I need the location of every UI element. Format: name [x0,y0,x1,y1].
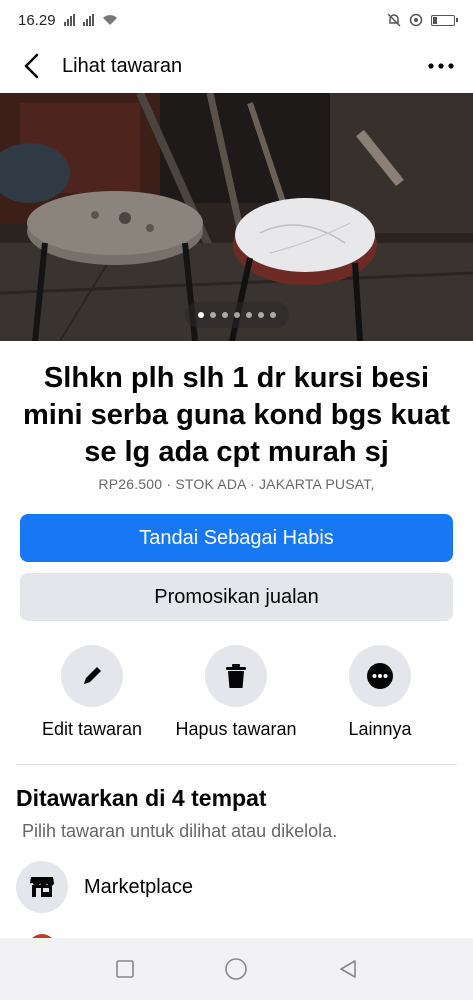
delete-listing-label: Hapus tawaran [175,719,297,739]
section-title: Ditawarkan di 4 tempat [16,785,267,811]
more-dots-icon [428,63,454,69]
promote-button[interactable]: Promosikan jualan [20,573,453,621]
back-arrow-icon [24,53,39,79]
page-dot [258,312,264,318]
page-dot [222,312,228,318]
mute-bell-icon [387,13,401,27]
edit-listing-label: Edit tawaran [41,719,143,739]
delete-listing-action[interactable]: Hapus tawaran [166,645,306,740]
status-time: 16.29 [18,11,56,29]
home-icon[interactable] [224,957,248,981]
photo-pagination [185,302,289,328]
more-circle[interactable] [349,645,411,707]
signal-icon-2 [82,14,94,26]
more-action[interactable]: Lainnya [310,645,450,740]
pencil-icon [84,667,101,684]
battery-icon [431,14,458,26]
section-subtitle: Pilih tawaran untuk dilihat atau dikelol… [22,821,338,841]
more-options-button[interactable] [423,48,459,84]
edit-circle[interactable] [61,645,123,707]
at-sign-icon [409,13,423,27]
mark-sold-button[interactable]: Tandai Sebagai Habis [20,514,453,562]
status-bar: 16.29 [0,0,473,40]
trash-icon [226,664,246,688]
system-nav-bar [0,938,473,1000]
page-dot [198,312,204,318]
storefront-icon [16,861,68,913]
wifi-icon [102,15,117,25]
more-horizontal-icon [367,663,393,689]
more-label: Lainnya [348,719,412,739]
listing-meta: RP26.500 · STOK ADA · JAKARTA PUSAT, [98,476,375,492]
page-dot [270,312,276,318]
marketplace-item[interactable]: Marketplace [16,860,193,914]
page-dot [210,312,216,318]
back-button[interactable] [14,48,50,84]
action-row: Edit tawaran Hapus tawaran Lainnya [0,645,473,745]
marketplace-label: Marketplace [84,875,193,898]
page-dot [246,312,252,318]
signal-icon [63,14,75,26]
app-bar: Lihat tawaran [0,40,473,92]
delete-circle[interactable] [205,645,267,707]
edit-listing-action[interactable]: Edit tawaran [22,645,162,740]
divider [16,764,457,765]
back-triangle-icon[interactable] [337,958,359,980]
recent-apps-icon[interactable] [115,959,135,979]
listing-title: Slhkn plh slh 1 dr kursi besi mini serba… [22,362,450,468]
page-dot [234,312,240,318]
page-title: Lihat tawaran [62,54,183,77]
